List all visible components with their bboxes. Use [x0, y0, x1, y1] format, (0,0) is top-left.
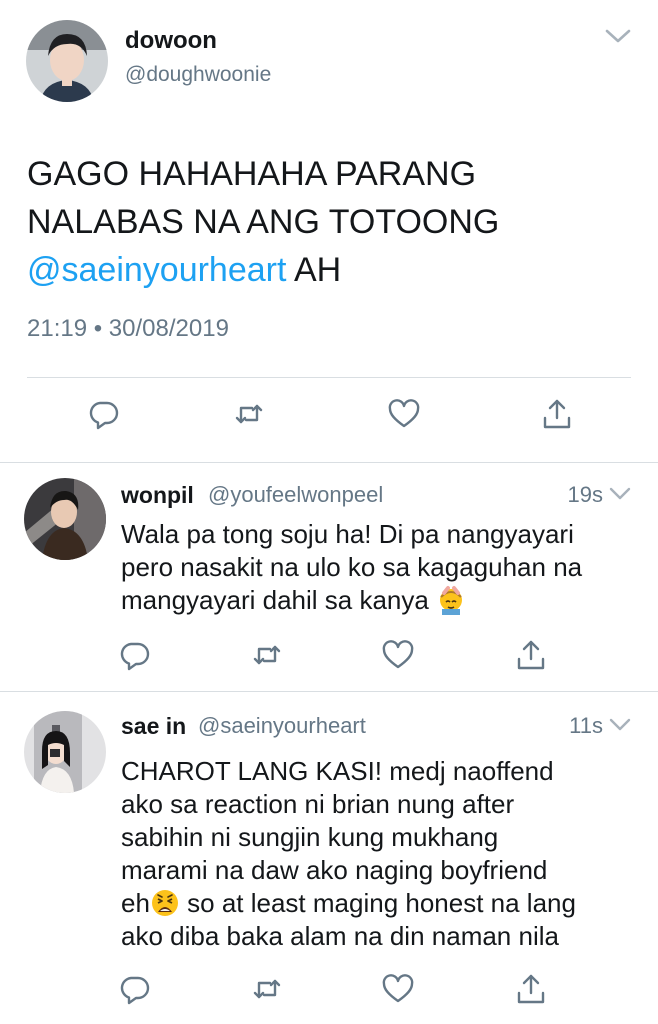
reply-text-line: so at least maging honest na lang: [179, 888, 576, 918]
reply-icon[interactable]: [87, 397, 121, 431]
tweet-text: GAGO HAHAHAHA PARANG NALABAS NA ANG TOTO…: [27, 150, 637, 294]
reply-time[interactable]: 19s: [553, 482, 603, 508]
reply-time[interactable]: 11s: [553, 713, 603, 739]
display-name[interactable]: sae in: [121, 713, 186, 740]
reply-icon[interactable]: [118, 638, 152, 672]
reply-icon[interactable]: [118, 972, 152, 1006]
reply-text-line: ako sa reaction ni brian nung after: [121, 789, 515, 819]
reply-text: CHAROT LANG KASI! medj naoffend ako sa r…: [121, 755, 641, 953]
like-icon[interactable]: [387, 397, 421, 431]
chevron-down-icon[interactable]: [608, 717, 632, 733]
retweet-icon[interactable]: [250, 638, 284, 672]
retweet-icon[interactable]: [232, 397, 266, 431]
reply-text-line: sabihin ni sungjin kung mukhang: [121, 822, 499, 852]
like-icon[interactable]: [381, 972, 415, 1006]
reply-text-line: marami na daw ako naging boyfriend: [121, 855, 548, 885]
tweet-text-line: AH: [286, 251, 342, 289]
share-icon[interactable]: [514, 638, 548, 672]
avatar[interactable]: [24, 478, 106, 560]
timestamp[interactable]: 21:19 • 30/08/2019: [27, 315, 229, 343]
chevron-down-icon[interactable]: [604, 26, 632, 46]
reply-text: Wala pa tong soju ha! Di pa nangyayari p…: [121, 518, 641, 617]
tweet-text-line: NALABAS NA ANG TOTOONG: [27, 203, 500, 241]
reply-text-line: pero nasakit na ulo ko sa kagaguhan na: [121, 552, 583, 582]
divider: [27, 377, 631, 378]
tweet-text-line: GAGO HAHAHAHA PARANG: [27, 155, 477, 193]
user-handle[interactable]: @youfeelwonpeel: [208, 482, 383, 508]
divider: [0, 691, 658, 692]
reply-text-line: CHAROT LANG KASI! medj naoffend: [121, 756, 554, 786]
weary-face-emoji: [150, 888, 180, 918]
avatar[interactable]: [24, 711, 106, 793]
divider: [0, 462, 658, 463]
share-icon[interactable]: [514, 972, 548, 1006]
share-icon[interactable]: [540, 397, 574, 431]
person-getting-massage-emoji: [436, 585, 466, 615]
reply-text-line: ako diba baka alam na din naman nila: [121, 921, 559, 951]
reply-text-line: eh: [121, 888, 150, 918]
display-name[interactable]: dowoon: [125, 27, 217, 55]
user-handle[interactable]: @saeinyourheart: [198, 713, 366, 739]
reply-text-line: mangyayari dahil sa kanya: [121, 585, 429, 615]
reply-text-line: Wala pa tong soju ha! Di pa nangyayari: [121, 519, 574, 549]
retweet-icon[interactable]: [250, 972, 284, 1006]
chevron-down-icon[interactable]: [608, 486, 632, 502]
like-icon[interactable]: [381, 638, 415, 672]
display-name[interactable]: wonpil: [121, 482, 194, 509]
avatar[interactable]: [26, 20, 108, 102]
user-handle[interactable]: @doughwoonie: [125, 63, 271, 87]
mention-link[interactable]: @saeinyourheart: [27, 251, 286, 289]
